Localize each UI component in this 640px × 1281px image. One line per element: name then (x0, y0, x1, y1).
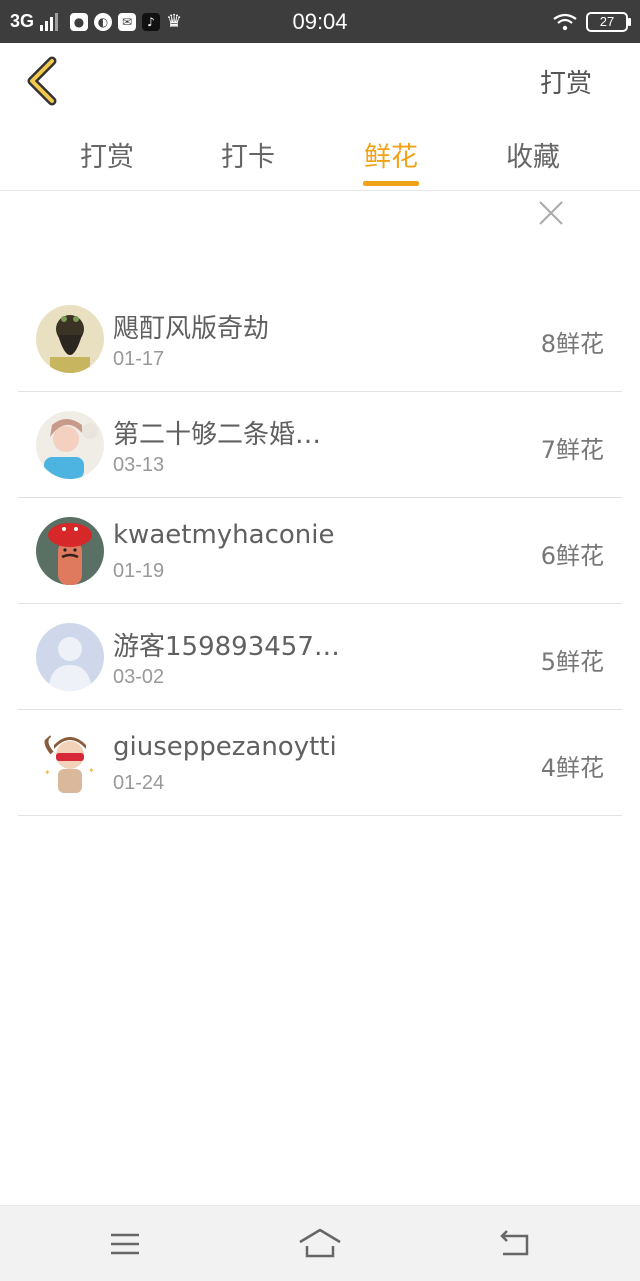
status-time: 09:04 (292, 9, 348, 34)
active-tab-indicator (363, 181, 419, 186)
svg-text:✦: ✦ (88, 766, 95, 775)
user-name: 第二十够二条婚… (113, 420, 322, 450)
tab-flowers[interactable]: 鲜花 (351, 135, 431, 174)
flower-count: 4鲜花 (540, 754, 604, 782)
flower-list: 飓酊风版奇劫 01-17 8鲜花 第二十够二条婚… 03-13 7鲜花 kwae… (18, 286, 622, 816)
gift-date: 01-19 (113, 560, 165, 582)
avatar (36, 305, 104, 373)
reward-button[interactable]: 打赏 (540, 63, 592, 100)
wifi-icon (553, 13, 577, 30)
back-nav-icon[interactable] (493, 1224, 537, 1264)
tab-checkin[interactable]: 打卡 (208, 135, 288, 174)
user-name: 飓酊风版奇劫 (113, 314, 270, 344)
flower-count: 7鲜花 (540, 436, 604, 464)
list-item[interactable]: 第二十够二条婚… 03-13 7鲜花 (18, 392, 622, 498)
gift-date: 03-02 (113, 666, 165, 688)
list-item[interactable]: 飓酊风版奇劫 01-17 8鲜花 (18, 286, 622, 392)
avatar (36, 411, 104, 479)
status-right: 27 (552, 0, 631, 43)
home-icon[interactable] (298, 1224, 342, 1264)
flower-count: 6鲜花 (540, 542, 604, 570)
back-icon[interactable] (22, 55, 62, 107)
list-item[interactable]: ✦ ✦ giuseppezanoytti 01-24 4鲜花 (18, 710, 622, 816)
tab-bar: 打赏 打卡 鲜花 收藏 (0, 121, 640, 191)
svg-text:✦: ✦ (44, 768, 51, 777)
user-name: kwaetmyhaconie (113, 520, 335, 550)
battery-indicator: 27 (586, 11, 631, 32)
gift-date: 03-13 (113, 454, 165, 476)
flower-count: 8鲜花 (540, 330, 604, 358)
avatar: ✦ ✦ (36, 729, 104, 797)
avatar (36, 517, 104, 585)
list-item[interactable]: kwaetmyhaconie 01-19 6鲜花 (18, 498, 622, 604)
close-icon[interactable] (536, 198, 566, 228)
list-item[interactable]: 游客159893457… 03-02 5鲜花 (18, 604, 622, 710)
menu-icon[interactable] (103, 1224, 147, 1264)
avatar (36, 623, 104, 691)
header: 打赏 (0, 43, 640, 121)
user-name: giuseppezanoytti (113, 732, 337, 762)
user-name: 游客159893457… (113, 632, 340, 662)
status-bar: 3G ● ◐ ✉ ♪ ♛ 09:04 27 (0, 0, 640, 43)
system-nav-bar (0, 1205, 640, 1281)
gift-date: 01-17 (113, 348, 165, 370)
tab-favorites[interactable]: 收藏 (493, 135, 573, 174)
gift-date: 01-24 (113, 772, 165, 794)
tab-reward[interactable]: 打赏 (67, 135, 147, 174)
battery-level: 27 (599, 14, 615, 29)
flower-count: 5鲜花 (540, 648, 604, 676)
